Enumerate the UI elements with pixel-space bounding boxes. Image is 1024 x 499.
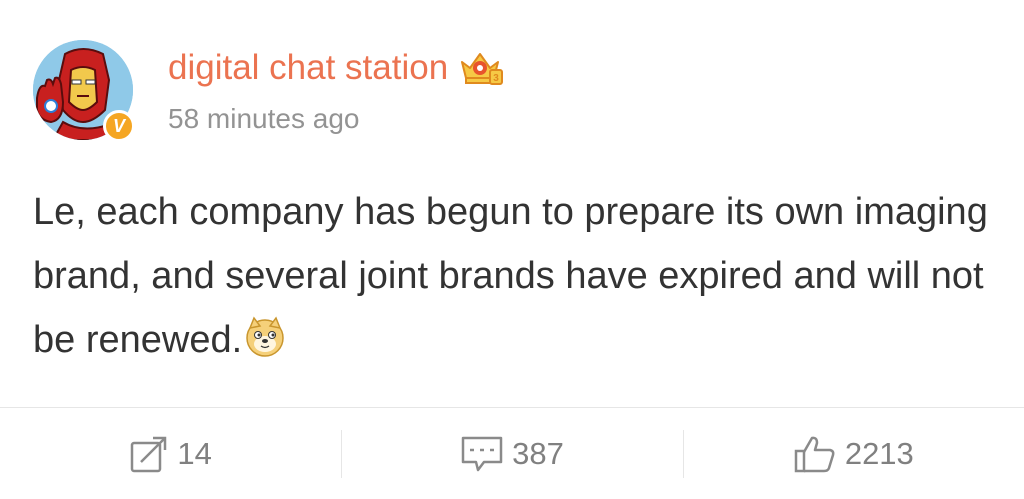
verified-badge-icon: V — [103, 110, 135, 142]
like-button[interactable]: 2213 — [682, 408, 1024, 499]
post-timestamp: 58 minutes ago — [168, 103, 360, 134]
thumbs-up-icon — [794, 436, 835, 472]
weibo-post: V digital chat station 3 58 minutes ago … — [0, 0, 1024, 499]
username[interactable]: digital chat station — [168, 44, 448, 92]
comment-count: 387 — [512, 435, 564, 471]
comment-icon — [461, 436, 503, 471]
svg-text:3: 3 — [493, 73, 499, 84]
like-count: 2213 — [844, 435, 914, 471]
username-row: digital chat station 3 — [168, 44, 504, 92]
repost-icon — [131, 436, 167, 472]
repost-button[interactable]: 14 — [0, 408, 341, 499]
crown-icon[interactable]: 3 — [456, 48, 504, 88]
doge-emoji-icon — [244, 314, 286, 357]
action-bar: 14 387 2213 — [0, 408, 1024, 499]
repost-count: 14 — [177, 435, 212, 471]
post-content: Le, each company has begun to prepare it… — [33, 180, 993, 372]
avatar[interactable]: V — [33, 40, 137, 144]
comment-button[interactable]: 387 — [341, 408, 682, 499]
post-text: Le, each company has begun to prepare it… — [33, 191, 988, 361]
